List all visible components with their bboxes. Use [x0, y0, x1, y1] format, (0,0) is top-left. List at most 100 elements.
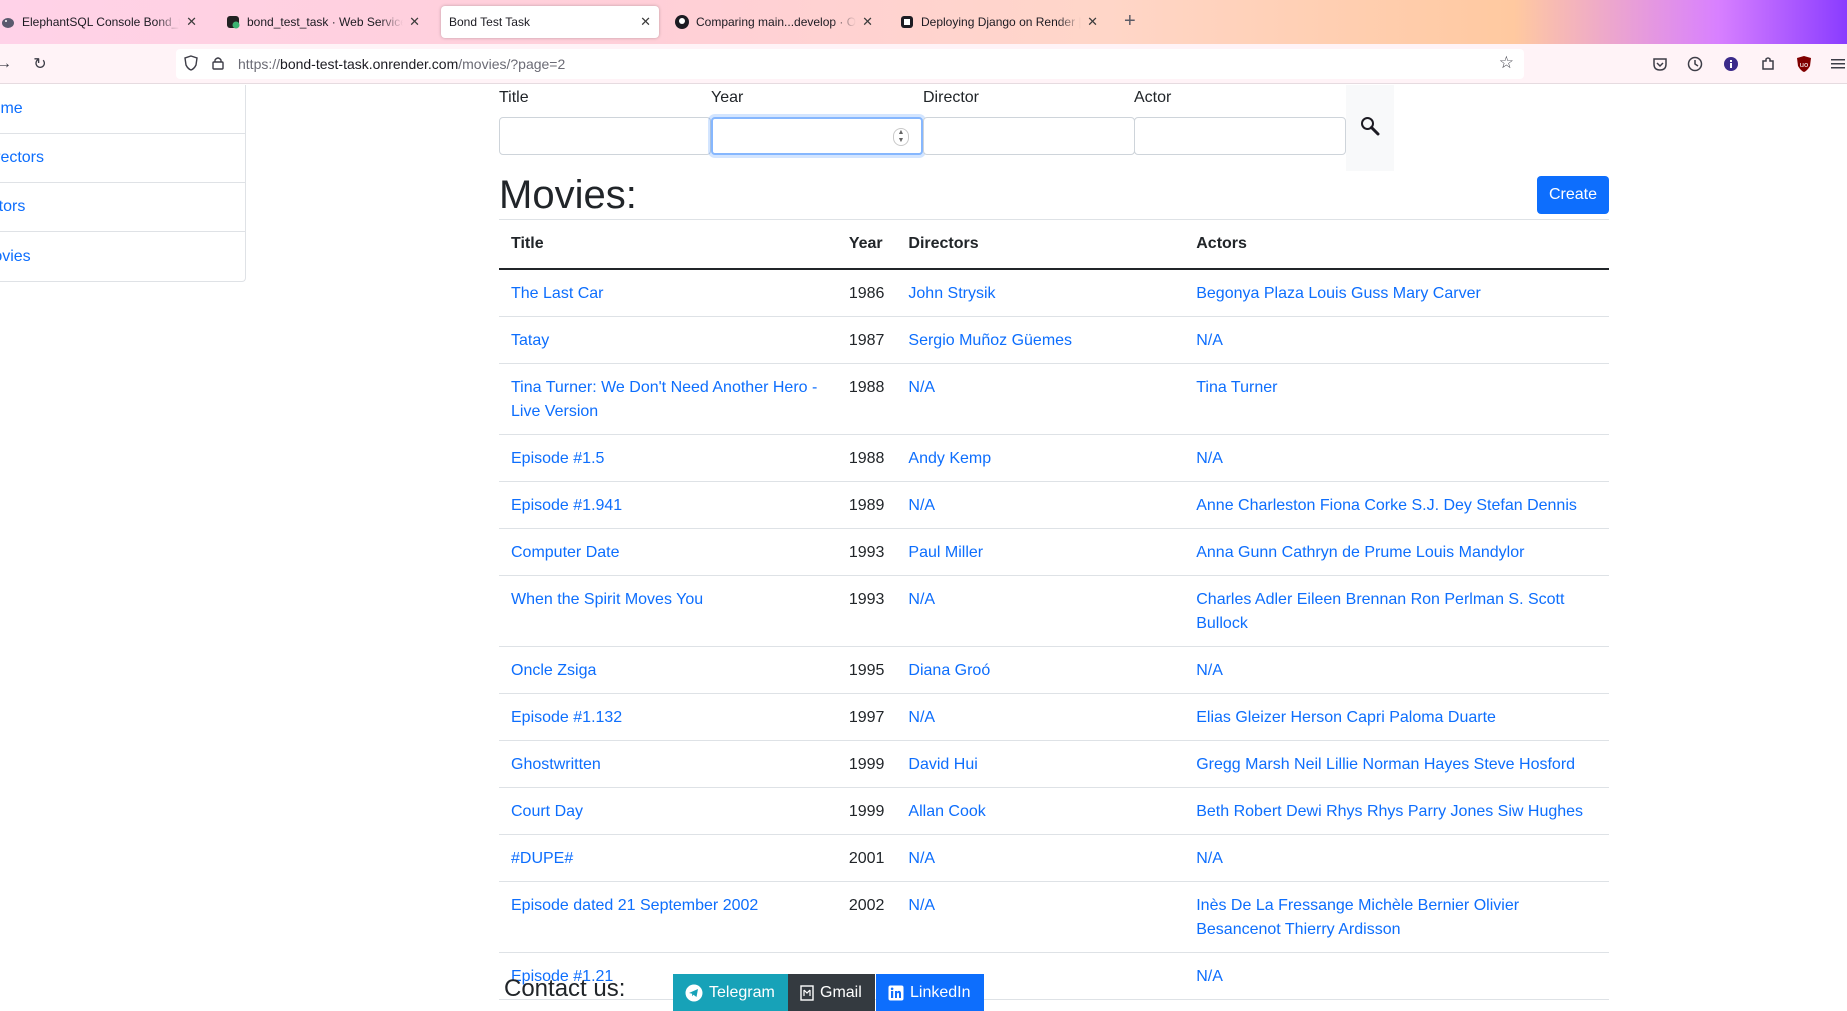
lock-icon — [212, 56, 228, 73]
movie-title-link[interactable]: Episode #1.132 — [499, 693, 837, 741]
movie-actors-link[interactable]: Elias Gleizer Herson Capri Paloma Duarte — [1184, 693, 1609, 741]
movie-year: 1999 — [836, 740, 897, 788]
sidebar-item-directors[interactable]: Directors — [0, 134, 245, 183]
search-icon — [1360, 116, 1380, 141]
movie-title-link[interactable]: Computer Date — [499, 528, 837, 576]
movie-directors-link[interactable]: N/A — [896, 481, 1185, 529]
create-button[interactable]: Create — [1537, 176, 1609, 214]
table-row: Ghostwritten 1999 David Hui Gregg Marsh … — [499, 740, 1609, 788]
movie-directors-link[interactable]: Paul Miller — [896, 528, 1185, 576]
sidebar-item-label[interactable]: Home — [0, 100, 23, 118]
gmail-button[interactable]: Gmail — [788, 974, 875, 1011]
new-tab-icon[interactable]: + — [1124, 10, 1136, 33]
address-bar[interactable]: https://bond-test-task.onrender.com/movi… — [176, 49, 1524, 79]
reload-icon[interactable]: ↻ — [28, 52, 52, 76]
movie-directors-link[interactable]: Diana Groó — [896, 646, 1185, 694]
movie-year: 1989 — [836, 481, 897, 529]
history-icon[interactable] — [1685, 54, 1705, 74]
movie-title-link[interactable]: Tatay — [499, 316, 837, 364]
sidebar-item-label[interactable]: Movies — [0, 248, 31, 266]
browser-tab-active[interactable]: Bond Test Task ✕ — [441, 6, 659, 38]
back-arrow-icon[interactable]: → — [0, 52, 16, 76]
movie-year: 2002 — [836, 881, 897, 953]
movie-title-link[interactable]: When the Spirit Moves You — [499, 575, 837, 647]
movie-title-link[interactable]: Court Day — [499, 787, 837, 835]
close-icon[interactable]: ✕ — [409, 14, 420, 30]
movie-title-link[interactable]: Episode #1.5 — [499, 434, 837, 482]
table-row: Court Day 1999 Allan Cook Beth Robert De… — [499, 787, 1609, 835]
movie-title-link[interactable]: Ghostwritten — [499, 740, 837, 788]
movie-actors-link[interactable]: N/A — [1184, 434, 1609, 482]
movie-actors-link[interactable]: N/A — [1184, 646, 1609, 694]
close-icon[interactable]: ✕ — [1087, 14, 1098, 30]
movie-actors-link[interactable]: Anna Gunn Cathryn de Prume Louis Mandylo… — [1184, 528, 1609, 576]
movie-title-link[interactable]: #DUPE# — [499, 834, 837, 882]
browser-tab[interactable]: Comparing main...develop · Oc ✕ — [666, 6, 881, 38]
linkedin-icon — [888, 985, 904, 1001]
movie-directors-link[interactable]: Sergio Muñoz Güemes — [896, 316, 1185, 364]
year-filter-input[interactable]: ▲ ▼ — [711, 117, 923, 155]
tab-title: Bond Test Task — [449, 15, 530, 29]
bookmark-star-icon[interactable]: ☆ — [1499, 53, 1514, 73]
movie-actors-link[interactable]: Gregg Marsh Neil Lillie Norman Hayes Ste… — [1184, 740, 1609, 788]
year-filter-label: Year — [711, 89, 744, 106]
table-row: Episode #1.941 1989 N/A Anne Charleston … — [499, 481, 1609, 529]
pocket-icon[interactable] — [1650, 54, 1670, 74]
svg-text:uo: uo — [1800, 61, 1809, 69]
ublock-icon[interactable]: uo — [1794, 54, 1814, 74]
movie-actors-link[interactable]: N/A — [1184, 952, 1609, 1000]
telegram-label: Telegram — [709, 984, 775, 1001]
movie-title-link[interactable]: The Last Car — [499, 269, 837, 317]
movie-directors-link[interactable]: Andy Kemp — [896, 434, 1185, 482]
movie-title-link[interactable]: Oncle Zsiga — [499, 646, 837, 694]
movie-year: 1993 — [836, 575, 897, 647]
movie-actors-link[interactable]: Inès De La Fressange Michèle Bernier Oli… — [1184, 881, 1609, 953]
movie-directors-link[interactable]: N/A — [896, 363, 1185, 435]
number-spinner-icon[interactable]: ▲ ▼ — [893, 128, 909, 146]
sidebar-item-actors[interactable]: Actors — [0, 183, 245, 232]
movie-title-link[interactable]: Episode dated 21 September 2002 — [499, 881, 837, 953]
movie-directors-link[interactable]: N/A — [896, 834, 1185, 882]
close-icon[interactable]: ✕ — [186, 14, 197, 30]
menu-icon[interactable] — [1828, 54, 1847, 74]
sidebar-item-home[interactable]: Home — [0, 85, 245, 134]
telegram-button[interactable]: Telegram — [673, 974, 788, 1011]
sidebar-item-label[interactable]: Actors — [0, 198, 25, 216]
sidebar-item-label[interactable]: Directors — [0, 149, 44, 167]
search-button[interactable] — [1346, 85, 1394, 171]
movie-actors-link[interactable]: Anne Charleston Fiona Corke S.J. Dey Ste… — [1184, 481, 1609, 529]
movie-directors-link[interactable]: N/A — [896, 693, 1185, 741]
extensions-icon[interactable] — [1758, 54, 1778, 74]
movie-actors-link[interactable]: Beth Robert Dewi Rhys Rhys Parry Jones S… — [1184, 787, 1609, 835]
movie-directors-link[interactable]: Allan Cook — [896, 787, 1185, 835]
movie-directors-link[interactable]: John Strysik — [896, 269, 1185, 317]
linkedin-button[interactable]: LinkedIn — [876, 974, 984, 1011]
movie-actors-link[interactable]: N/A — [1184, 316, 1609, 364]
title-filter-label: Title — [499, 89, 529, 106]
page-title: Movies: — [499, 173, 637, 217]
close-icon[interactable]: ✕ — [862, 14, 873, 30]
browser-tab[interactable]: ElephantSQL Console Bond_test ✕ — [0, 6, 205, 38]
title-filter-input[interactable] — [499, 117, 711, 155]
browser-tab[interactable]: bond_test_task · Web Service ✕ — [217, 6, 428, 38]
movie-directors-link[interactable]: David Hui — [896, 740, 1185, 788]
table-header-row: Title Year Directors Actors — [499, 220, 1609, 270]
movie-actors-link[interactable]: N/A — [1184, 834, 1609, 882]
movie-actors-link[interactable]: Charles Adler Eileen Brennan Ron Perlman… — [1184, 575, 1609, 647]
table-row: Tatay 1987 Sergio Muñoz Güemes N/A — [499, 316, 1609, 364]
movie-directors-link[interactable]: N/A — [896, 575, 1185, 647]
movie-actors-link[interactable]: Begonya Plaza Louis Guss Mary Carver — [1184, 269, 1609, 317]
director-filter-input[interactable] — [923, 117, 1135, 155]
close-icon[interactable]: ✕ — [640, 14, 651, 30]
movie-directors-link[interactable]: N/A — [896, 881, 1185, 953]
movie-title-link[interactable]: Episode #1.941 — [499, 481, 837, 529]
tab-title: Comparing main...develop · Oc — [696, 15, 857, 29]
info-icon[interactable] — [1721, 54, 1741, 74]
tab-title: bond_test_task · Web Service — [247, 15, 404, 29]
movie-title-link[interactable]: Tina Turner: We Don't Need Another Hero … — [499, 363, 837, 435]
browser-tab[interactable]: Deploying Django on Render | R ✕ — [891, 6, 1106, 38]
actor-filter-input[interactable] — [1134, 117, 1346, 155]
sidebar-item-movies[interactable]: Movies — [0, 232, 245, 281]
movie-actors-link[interactable]: Tina Turner — [1184, 363, 1609, 435]
column-header-year: Year — [836, 220, 897, 270]
